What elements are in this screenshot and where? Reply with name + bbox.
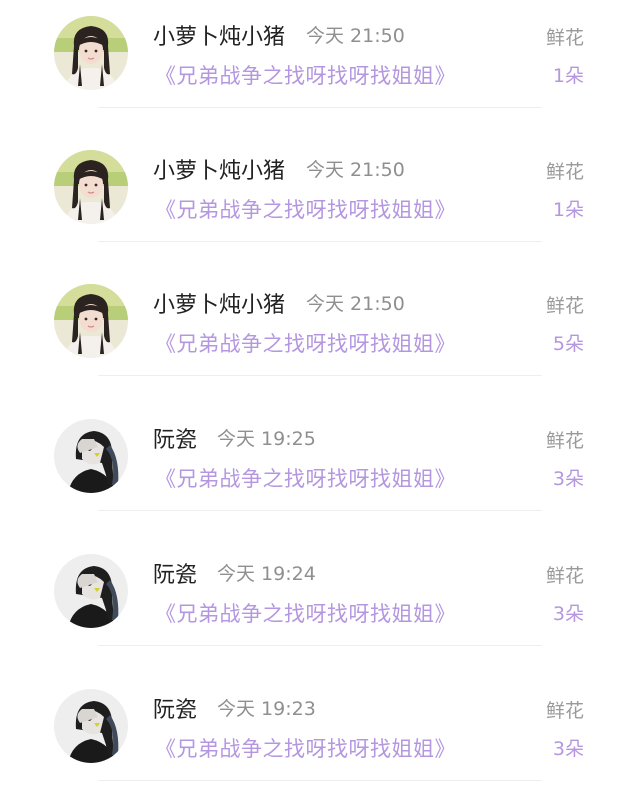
gift-count: 3朵 — [552, 603, 584, 625]
row-divider — [98, 107, 542, 108]
gift-time: 今天 21:50 — [306, 159, 405, 181]
gift-time: 今天 19:23 — [217, 698, 316, 720]
book-title-link[interactable]: 《兄弟战争之找呀找呀找姐姐》 — [155, 598, 456, 628]
row-divider — [98, 510, 542, 511]
book-title-link[interactable]: 《兄弟战争之找呀找呀找姐姐》 — [155, 733, 456, 763]
book-title-link[interactable]: 《兄弟战争之找呀找呀找姐姐》 — [155, 194, 456, 224]
user-avatar[interactable] — [54, 150, 128, 224]
gift-count: 5朵 — [552, 333, 584, 355]
gift-record-list: 小萝卜炖小猪 今天 21:50 《兄弟战争之找呀找呀找姐姐》 鲜花 1朵 小萝卜炖小猪 今天… — [0, 0, 640, 793]
book-title-link[interactable]: 《兄弟战争之找呀找呀找姐姐》 — [155, 60, 456, 90]
girl-photo-avatar-icon — [54, 16, 128, 90]
gift-count: 1朵 — [552, 65, 584, 87]
dark-hair-avatar-icon — [54, 419, 128, 493]
girl-photo-avatar-icon — [54, 284, 128, 358]
row-divider — [98, 645, 542, 646]
gift-record-row[interactable]: 小萝卜炖小猪 今天 21:50 《兄弟战争之找呀找呀找姐姐》 鲜花 5朵 — [0, 268, 640, 402]
gift-record-row[interactable]: 阮瓷 今天 19:24 《兄弟战争之找呀找呀找姐姐》 鲜花 3朵 — [0, 538, 640, 672]
gift-count: 3朵 — [552, 738, 584, 760]
row-divider — [98, 375, 542, 376]
book-title-link[interactable]: 《兄弟战争之找呀找呀找姐姐》 — [155, 328, 456, 358]
user-avatar[interactable] — [54, 554, 128, 628]
gift-type-label: 鲜花 — [545, 295, 584, 317]
gift-time: 今天 21:50 — [306, 25, 405, 47]
gift-record-row[interactable]: 阮瓷 今天 19:23 《兄弟战争之找呀找呀找姐姐》 鲜花 3朵 — [0, 673, 640, 807]
user-avatar[interactable] — [54, 689, 128, 763]
user-name[interactable]: 阮瓷 — [153, 692, 197, 724]
user-name[interactable]: 阮瓷 — [153, 557, 197, 589]
gift-type-label: 鲜花 — [545, 700, 584, 722]
gift-record-row[interactable]: 小萝卜炖小猪 今天 21:50 《兄弟战争之找呀找呀找姐姐》 鲜花 1朵 — [0, 134, 640, 268]
row-divider — [98, 780, 542, 781]
gift-type-label: 鲜花 — [545, 161, 584, 183]
gift-type-label: 鲜花 — [545, 27, 584, 49]
user-avatar[interactable] — [54, 16, 128, 90]
user-name[interactable]: 小萝卜炖小猪 — [153, 287, 285, 319]
user-avatar[interactable] — [54, 419, 128, 493]
gift-time: 今天 21:50 — [306, 293, 405, 315]
user-name[interactable]: 小萝卜炖小猪 — [153, 153, 285, 185]
gift-type-label: 鲜花 — [545, 430, 584, 452]
row-divider — [98, 241, 542, 242]
dark-hair-avatar-icon — [54, 554, 128, 628]
gift-time: 今天 19:24 — [217, 563, 316, 585]
gift-type-label: 鲜花 — [545, 565, 584, 587]
girl-photo-avatar-icon — [54, 150, 128, 224]
gift-count: 1朵 — [552, 199, 584, 221]
book-title-link[interactable]: 《兄弟战争之找呀找呀找姐姐》 — [155, 463, 456, 493]
gift-time: 今天 19:25 — [217, 428, 316, 450]
user-avatar[interactable] — [54, 284, 128, 358]
user-name[interactable]: 小萝卜炖小猪 — [153, 19, 285, 51]
dark-hair-avatar-icon — [54, 689, 128, 763]
gift-record-row[interactable]: 小萝卜炖小猪 今天 21:50 《兄弟战争之找呀找呀找姐姐》 鲜花 1朵 — [0, 0, 640, 134]
gift-record-row[interactable]: 阮瓷 今天 19:25 《兄弟战争之找呀找呀找姐姐》 鲜花 3朵 — [0, 403, 640, 537]
user-name[interactable]: 阮瓷 — [153, 422, 197, 454]
gift-count: 3朵 — [552, 468, 584, 490]
